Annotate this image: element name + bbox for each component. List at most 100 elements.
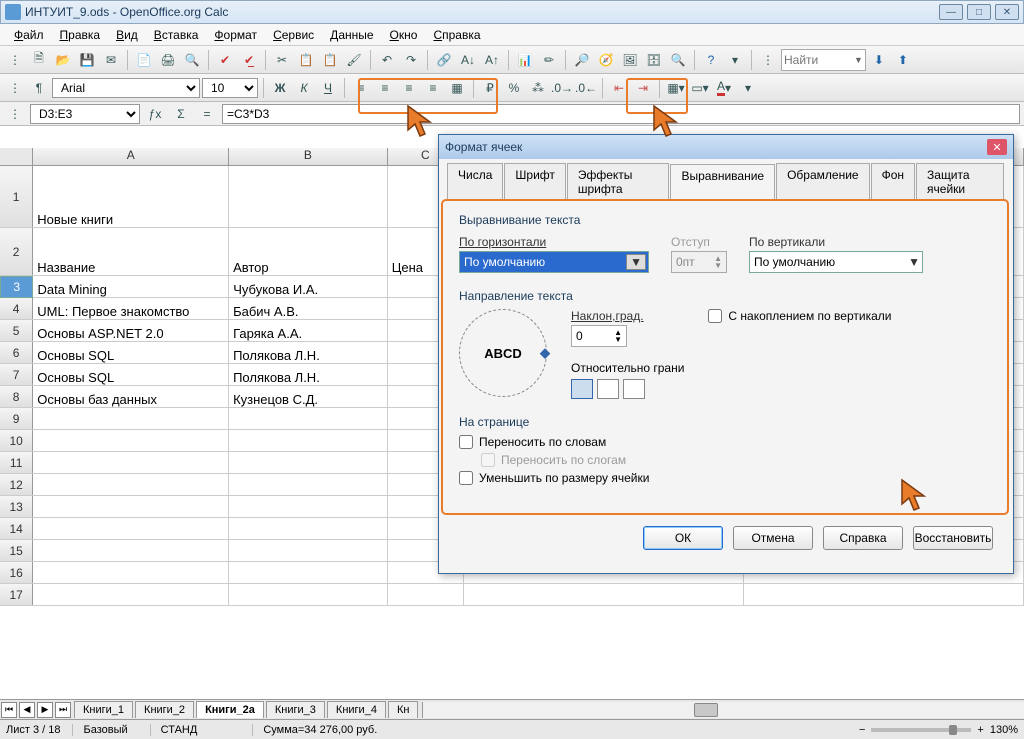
zoom-button[interactable]: 🔍 — [667, 49, 689, 71]
row-header[interactable]: 10 — [0, 430, 33, 451]
font-name-combo[interactable]: Arial — [52, 78, 200, 98]
cell[interactable]: Гаряка А.А. — [229, 320, 388, 341]
redo-button[interactable]: ↷ — [400, 49, 422, 71]
cell[interactable] — [229, 474, 388, 495]
cell[interactable]: Основы баз данных — [33, 386, 229, 407]
currency-button[interactable]: ₽ — [479, 77, 501, 99]
cell[interactable] — [744, 584, 1024, 605]
row-header[interactable]: 4 — [0, 298, 33, 319]
cell[interactable]: Основы ASP.NET 2.0 — [33, 320, 229, 341]
toolbar-overflow[interactable]: ▾ — [724, 49, 746, 71]
ok-button[interactable]: ОК — [643, 526, 723, 550]
cell[interactable]: Полякова Л.Н. — [229, 364, 388, 385]
cell[interactable]: Бабич А.В. — [229, 298, 388, 319]
cell[interactable] — [33, 540, 229, 561]
percent-button[interactable]: % — [503, 77, 525, 99]
sheet-tab[interactable]: Книги_4 — [327, 701, 386, 718]
find-button[interactable]: 🔎 — [571, 49, 593, 71]
borders-button[interactable]: ▦▾ — [665, 77, 687, 99]
save-button[interactable]: 💾 — [76, 49, 98, 71]
row-header[interactable]: 11 — [0, 452, 33, 473]
align-left-button[interactable]: ≡ — [350, 77, 372, 99]
find-input[interactable] — [784, 53, 854, 67]
horizontal-scrollbar[interactable] — [422, 702, 1024, 718]
cell[interactable]: Основы SQL — [33, 364, 229, 385]
zoom-out-button[interactable]: − — [859, 724, 865, 736]
row-header[interactable]: 15 — [0, 540, 33, 561]
styles-button[interactable]: ¶ — [28, 77, 50, 99]
status-mode[interactable]: СТАНД — [150, 724, 208, 736]
shrink-checkbox[interactable] — [459, 471, 473, 485]
email-button[interactable]: ✉ — [100, 49, 122, 71]
align-center-button[interactable]: ≡ — [374, 77, 396, 99]
help-button[interactable]: ? — [700, 49, 722, 71]
help-button[interactable]: Справка — [823, 526, 903, 550]
align-right-button[interactable]: ≡ — [398, 77, 420, 99]
increase-indent-button[interactable]: ⇥ — [632, 77, 654, 99]
show-draw-button[interactable]: ✏ — [538, 49, 560, 71]
standard-format-button[interactable]: ⁂ — [527, 77, 549, 99]
find-next-button[interactable]: ⬇ — [868, 49, 890, 71]
wrap-checkbox[interactable] — [459, 435, 473, 449]
status-sum[interactable]: Сумма=34 276,00 руб. — [252, 724, 387, 736]
dialog-close-button[interactable]: ✕ — [987, 139, 1007, 155]
menu-данные[interactable]: Данные — [322, 26, 381, 44]
navigator-button[interactable]: 🧭 — [595, 49, 617, 71]
gallery-button[interactable]: 🖼 — [619, 49, 641, 71]
chart-button[interactable]: 📊 — [514, 49, 536, 71]
find-box[interactable]: ▼ — [781, 49, 866, 71]
menu-файл[interactable]: Файл — [6, 26, 52, 44]
row-header[interactable]: 12 — [0, 474, 33, 495]
row-header[interactable]: 9 — [0, 408, 33, 429]
text-rotation-dial[interactable]: ABCD ◆ — [459, 309, 547, 397]
paste-button[interactable]: 📋 — [319, 49, 341, 71]
sheet-tab[interactable]: Книги_1 — [74, 701, 133, 718]
dialog-tab[interactable]: Фон — [871, 163, 915, 200]
row-header[interactable]: 6 — [0, 342, 33, 363]
toolbar-overflow[interactable]: ▾ — [737, 77, 759, 99]
cell[interactable] — [229, 562, 388, 583]
sheet-tab[interactable]: Кн — [388, 701, 418, 718]
decrease-indent-button[interactable]: ⇤ — [608, 77, 630, 99]
ref-edge-inside-button[interactable] — [623, 379, 645, 399]
row-header[interactable]: 13 — [0, 496, 33, 517]
first-sheet-button[interactable]: ⏮ — [1, 702, 17, 718]
cell[interactable] — [229, 166, 388, 227]
dialog-tab[interactable]: Выравнивание — [670, 164, 775, 201]
row-header[interactable]: 8 — [0, 386, 33, 407]
menu-формат[interactable]: Формат — [206, 26, 265, 44]
sort-asc-button[interactable]: A↓ — [457, 49, 479, 71]
sheet-tab[interactable]: Книги_2 — [135, 701, 194, 718]
bold-button[interactable]: Ж — [269, 77, 291, 99]
ref-edge-upper-button[interactable] — [597, 379, 619, 399]
stacked-checkbox[interactable] — [708, 309, 722, 323]
cell[interactable] — [229, 584, 388, 605]
align-justify-button[interactable]: ≡ — [422, 77, 444, 99]
copy-button[interactable]: 📋 — [295, 49, 317, 71]
zoom-slider[interactable] — [871, 728, 971, 732]
row-header[interactable]: 1 — [0, 166, 33, 227]
cell[interactable] — [464, 584, 744, 605]
cell[interactable] — [33, 562, 229, 583]
new-button[interactable]: 🗎 — [28, 49, 50, 71]
function-wizard-button[interactable]: ƒx — [144, 103, 166, 125]
print-button[interactable]: 🖨 — [157, 49, 179, 71]
col-header-A[interactable]: A — [33, 148, 229, 165]
pdf-button[interactable]: 📄 — [133, 49, 155, 71]
cell[interactable] — [33, 518, 229, 539]
cell[interactable]: Название — [33, 228, 229, 275]
spellcheck-button[interactable]: ✔ — [214, 49, 236, 71]
ref-edge-lower-button[interactable] — [571, 379, 593, 399]
menu-правка[interactable]: Правка — [52, 26, 109, 44]
cell[interactable] — [229, 518, 388, 539]
menu-вид[interactable]: Вид — [108, 26, 146, 44]
cell[interactable]: UML: Первое знакомство — [33, 298, 229, 319]
dialog-tab[interactable]: Числа — [447, 163, 503, 200]
zoom-value[interactable]: 130% — [990, 724, 1018, 736]
preview-button[interactable]: 🔍 — [181, 49, 203, 71]
cell[interactable] — [229, 408, 388, 429]
cell[interactable]: Основы SQL — [33, 342, 229, 363]
cell[interactable] — [229, 540, 388, 561]
cell[interactable] — [33, 496, 229, 517]
cell[interactable] — [33, 408, 229, 429]
